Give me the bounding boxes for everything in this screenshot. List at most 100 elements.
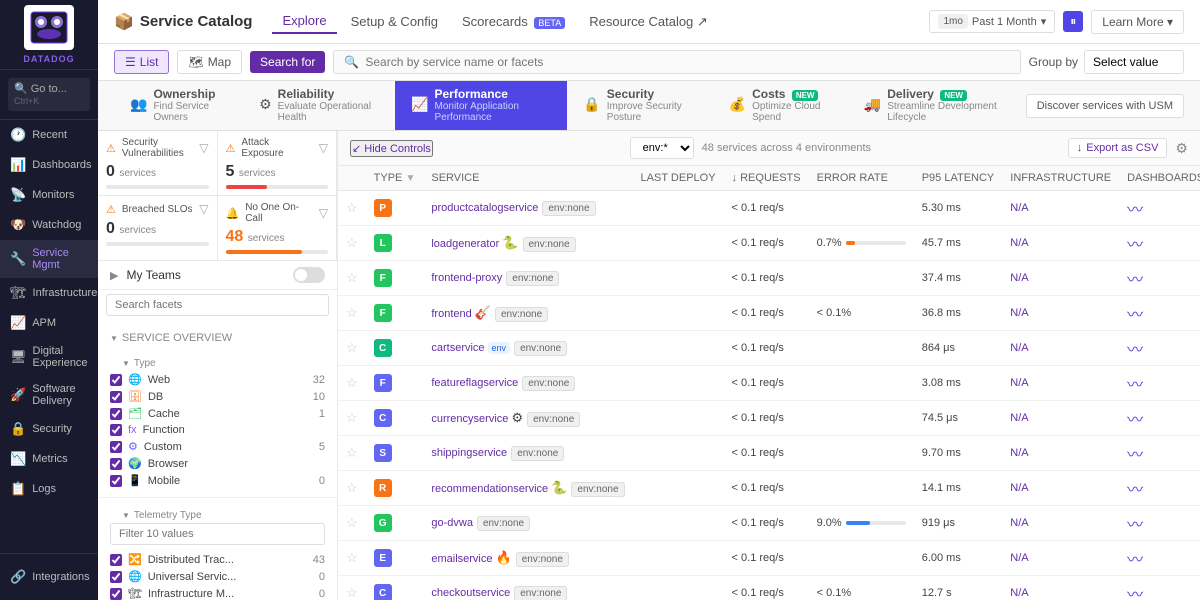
dashboards-frontend-proxy[interactable]: 〰 (1127, 272, 1143, 289)
infra-loadgenerator[interactable]: N/A (1010, 237, 1028, 249)
infra-godvwa[interactable]: N/A (1010, 517, 1028, 529)
type-function-checkbox[interactable] (110, 424, 122, 436)
dashboards-cartservice[interactable]: 〰 (1127, 342, 1143, 359)
goto-search-button[interactable]: 🔍 Go to... Ctrl+K (8, 78, 90, 111)
infra-emailservice[interactable]: N/A (1010, 552, 1028, 564)
type-custom-checkbox[interactable] (110, 441, 122, 453)
sidebar-item-recent[interactable]: 🕐 Recent (0, 120, 98, 150)
service-name-frontend-proxy[interactable]: frontend-proxy (431, 272, 502, 284)
star-featureflag[interactable]: ☆ (346, 375, 358, 390)
star-godvwa[interactable]: ☆ (346, 515, 358, 530)
col-service[interactable]: SERVICE (423, 166, 632, 191)
sidebar-item-service-mgmt[interactable]: 🔧 Service Mgmt (0, 240, 98, 278)
telemetry-dist-trace-checkbox[interactable] (110, 554, 122, 566)
tab-ownership[interactable]: 👥 Ownership Find Service Owners (114, 81, 243, 130)
sidebar-item-apm[interactable]: 📈 APM (0, 308, 98, 338)
dashboards-checkoutservice[interactable]: 〰 (1127, 587, 1143, 600)
col-error-rate[interactable]: ERROR RATE (809, 166, 914, 191)
star-cartservice[interactable]: ☆ (346, 340, 358, 355)
type-browser-checkbox[interactable] (110, 458, 122, 470)
service-name-shipping[interactable]: shippingservice (431, 447, 507, 459)
infra-recommendation[interactable]: N/A (1010, 482, 1028, 494)
hide-controls-button[interactable]: ↙ Hide Controls (350, 140, 433, 157)
star-currency[interactable]: ☆ (346, 410, 358, 425)
learn-more-button[interactable]: Learn More ▾ (1091, 10, 1184, 34)
col-infrastructure[interactable]: INFRASTRUCTURE (1002, 166, 1119, 191)
dashboards-currency[interactable]: 〰 (1127, 412, 1143, 429)
service-name-currency[interactable]: currencyservice (431, 413, 508, 425)
star-frontend[interactable]: ☆ (346, 305, 358, 320)
search-for-button[interactable]: Search for (250, 51, 325, 73)
discover-services-button[interactable]: Discover services with USM (1026, 94, 1184, 118)
telemetry-infra-checkbox[interactable] (110, 588, 122, 600)
search-input[interactable] (365, 55, 1009, 69)
col-requests[interactable]: ↓ REQUESTS (724, 166, 809, 191)
dashboards-frontend[interactable]: 〰 (1127, 307, 1143, 324)
service-name-checkoutservice[interactable]: checkoutservice (431, 587, 510, 599)
breached-slos-filter-icon[interactable]: ▽ (199, 202, 208, 216)
my-teams-toggle[interactable] (293, 267, 325, 283)
service-name-emailservice[interactable]: emailservice (431, 553, 492, 565)
tab-security[interactable]: 🔒 Security Improve Security Posture (567, 81, 712, 130)
infra-shipping[interactable]: N/A (1010, 447, 1028, 459)
sidebar-item-logs[interactable]: 📋 Logs (0, 474, 98, 504)
tab-scorecards[interactable]: Scorecards BETA (452, 10, 575, 33)
sidebar-item-infrastructure[interactable]: 🏗 Infrastructure (0, 278, 98, 308)
sidebar-item-monitors[interactable]: 📡 Monitors (0, 180, 98, 210)
service-name-productcatalog[interactable]: productcatalogservice (431, 202, 538, 214)
star-productcatalog[interactable]: ☆ (346, 200, 358, 215)
settings-icon[interactable]: ⚙ (1175, 140, 1188, 157)
dashboards-godvwa[interactable]: 〰 (1127, 517, 1143, 534)
dashboards-recommendation[interactable]: 〰 (1127, 482, 1143, 499)
pause-button[interactable]: ⏸ (1063, 11, 1083, 32)
service-name-cartservice[interactable]: cartservice (431, 342, 484, 354)
type-db-checkbox[interactable] (110, 391, 122, 403)
star-recommendation[interactable]: ☆ (346, 480, 358, 495)
star-emailservice[interactable]: ☆ (346, 550, 358, 565)
tab-setup-config[interactable]: Setup & Config (341, 10, 448, 33)
group-by-select[interactable]: Select value (1084, 50, 1184, 74)
service-overview-section[interactable]: SERVICE OVERVIEW (98, 326, 337, 346)
service-name-loadgenerator[interactable]: loadgenerator (431, 238, 499, 250)
infra-featureflag[interactable]: N/A (1010, 377, 1028, 389)
infra-checkoutservice[interactable]: N/A (1010, 587, 1028, 599)
telemetry-filter-label[interactable]: Telemetry Type (110, 506, 325, 523)
time-selector[interactable]: 1mo Past 1 Month ▾ (929, 10, 1055, 33)
export-csv-button[interactable]: ↓ Export as CSV (1068, 138, 1168, 158)
dashboards-loadgenerator[interactable]: 〰 (1127, 237, 1143, 254)
no-one-on-call-filter-icon[interactable]: ▽ (319, 206, 328, 220)
dashboards-shipping[interactable]: 〰 (1127, 447, 1143, 464)
service-name-featureflag[interactable]: featureflagservice (431, 377, 518, 389)
infra-frontend-proxy[interactable]: N/A (1010, 272, 1028, 284)
infra-productcatalog[interactable]: N/A (1010, 202, 1028, 214)
tab-resource-catalog[interactable]: Resource Catalog ↗ (579, 10, 718, 34)
tab-costs[interactable]: 💰 Costs NEW Optimize Cloud Spend (713, 81, 848, 130)
service-name-frontend[interactable]: frontend (431, 308, 471, 320)
env-select[interactable]: env:* (630, 137, 694, 159)
security-vuln-filter-icon[interactable]: ▽ (199, 141, 208, 155)
infra-currency[interactable]: N/A (1010, 412, 1028, 424)
type-cache-checkbox[interactable] (110, 408, 122, 420)
tab-delivery[interactable]: 🚚 Delivery NEW Streamline Development Li… (848, 81, 1026, 130)
map-view-button[interactable]: 🗺 Map (177, 50, 242, 74)
star-shipping[interactable]: ☆ (346, 445, 358, 460)
infra-cartservice[interactable]: N/A (1010, 342, 1028, 354)
tab-explore[interactable]: Explore (272, 9, 336, 34)
list-view-button[interactable]: ☰ List (114, 50, 169, 74)
type-mobile-checkbox[interactable] (110, 475, 122, 487)
tab-performance[interactable]: 📈 Performance Monitor Application Perfor… (395, 81, 567, 130)
sidebar-item-digital-experience[interactable]: 🖥 Digital Experience (0, 338, 98, 376)
sidebar-item-software-delivery[interactable]: 🚀 Software Delivery (0, 376, 98, 414)
sidebar-item-security[interactable]: 🔒 Security (0, 414, 98, 444)
sidebar-item-watchdog[interactable]: 🐶 Watchdog (0, 210, 98, 240)
dashboards-emailservice[interactable]: 〰 (1127, 552, 1143, 569)
infra-frontend[interactable]: N/A (1010, 307, 1028, 319)
telemetry-universal-checkbox[interactable] (110, 571, 122, 583)
telemetry-filter-input[interactable] (110, 523, 325, 545)
col-p95-latency[interactable]: P95 LATENCY (914, 166, 1003, 191)
attack-exposure-filter-icon[interactable]: ▽ (319, 141, 328, 155)
tab-reliability[interactable]: ⚙ Reliability Evaluate Operational Healt… (243, 81, 395, 130)
star-frontend-proxy[interactable]: ☆ (346, 270, 358, 285)
search-facets-input[interactable] (106, 294, 329, 316)
col-last-deploy[interactable]: LAST DEPLOY (633, 166, 724, 191)
